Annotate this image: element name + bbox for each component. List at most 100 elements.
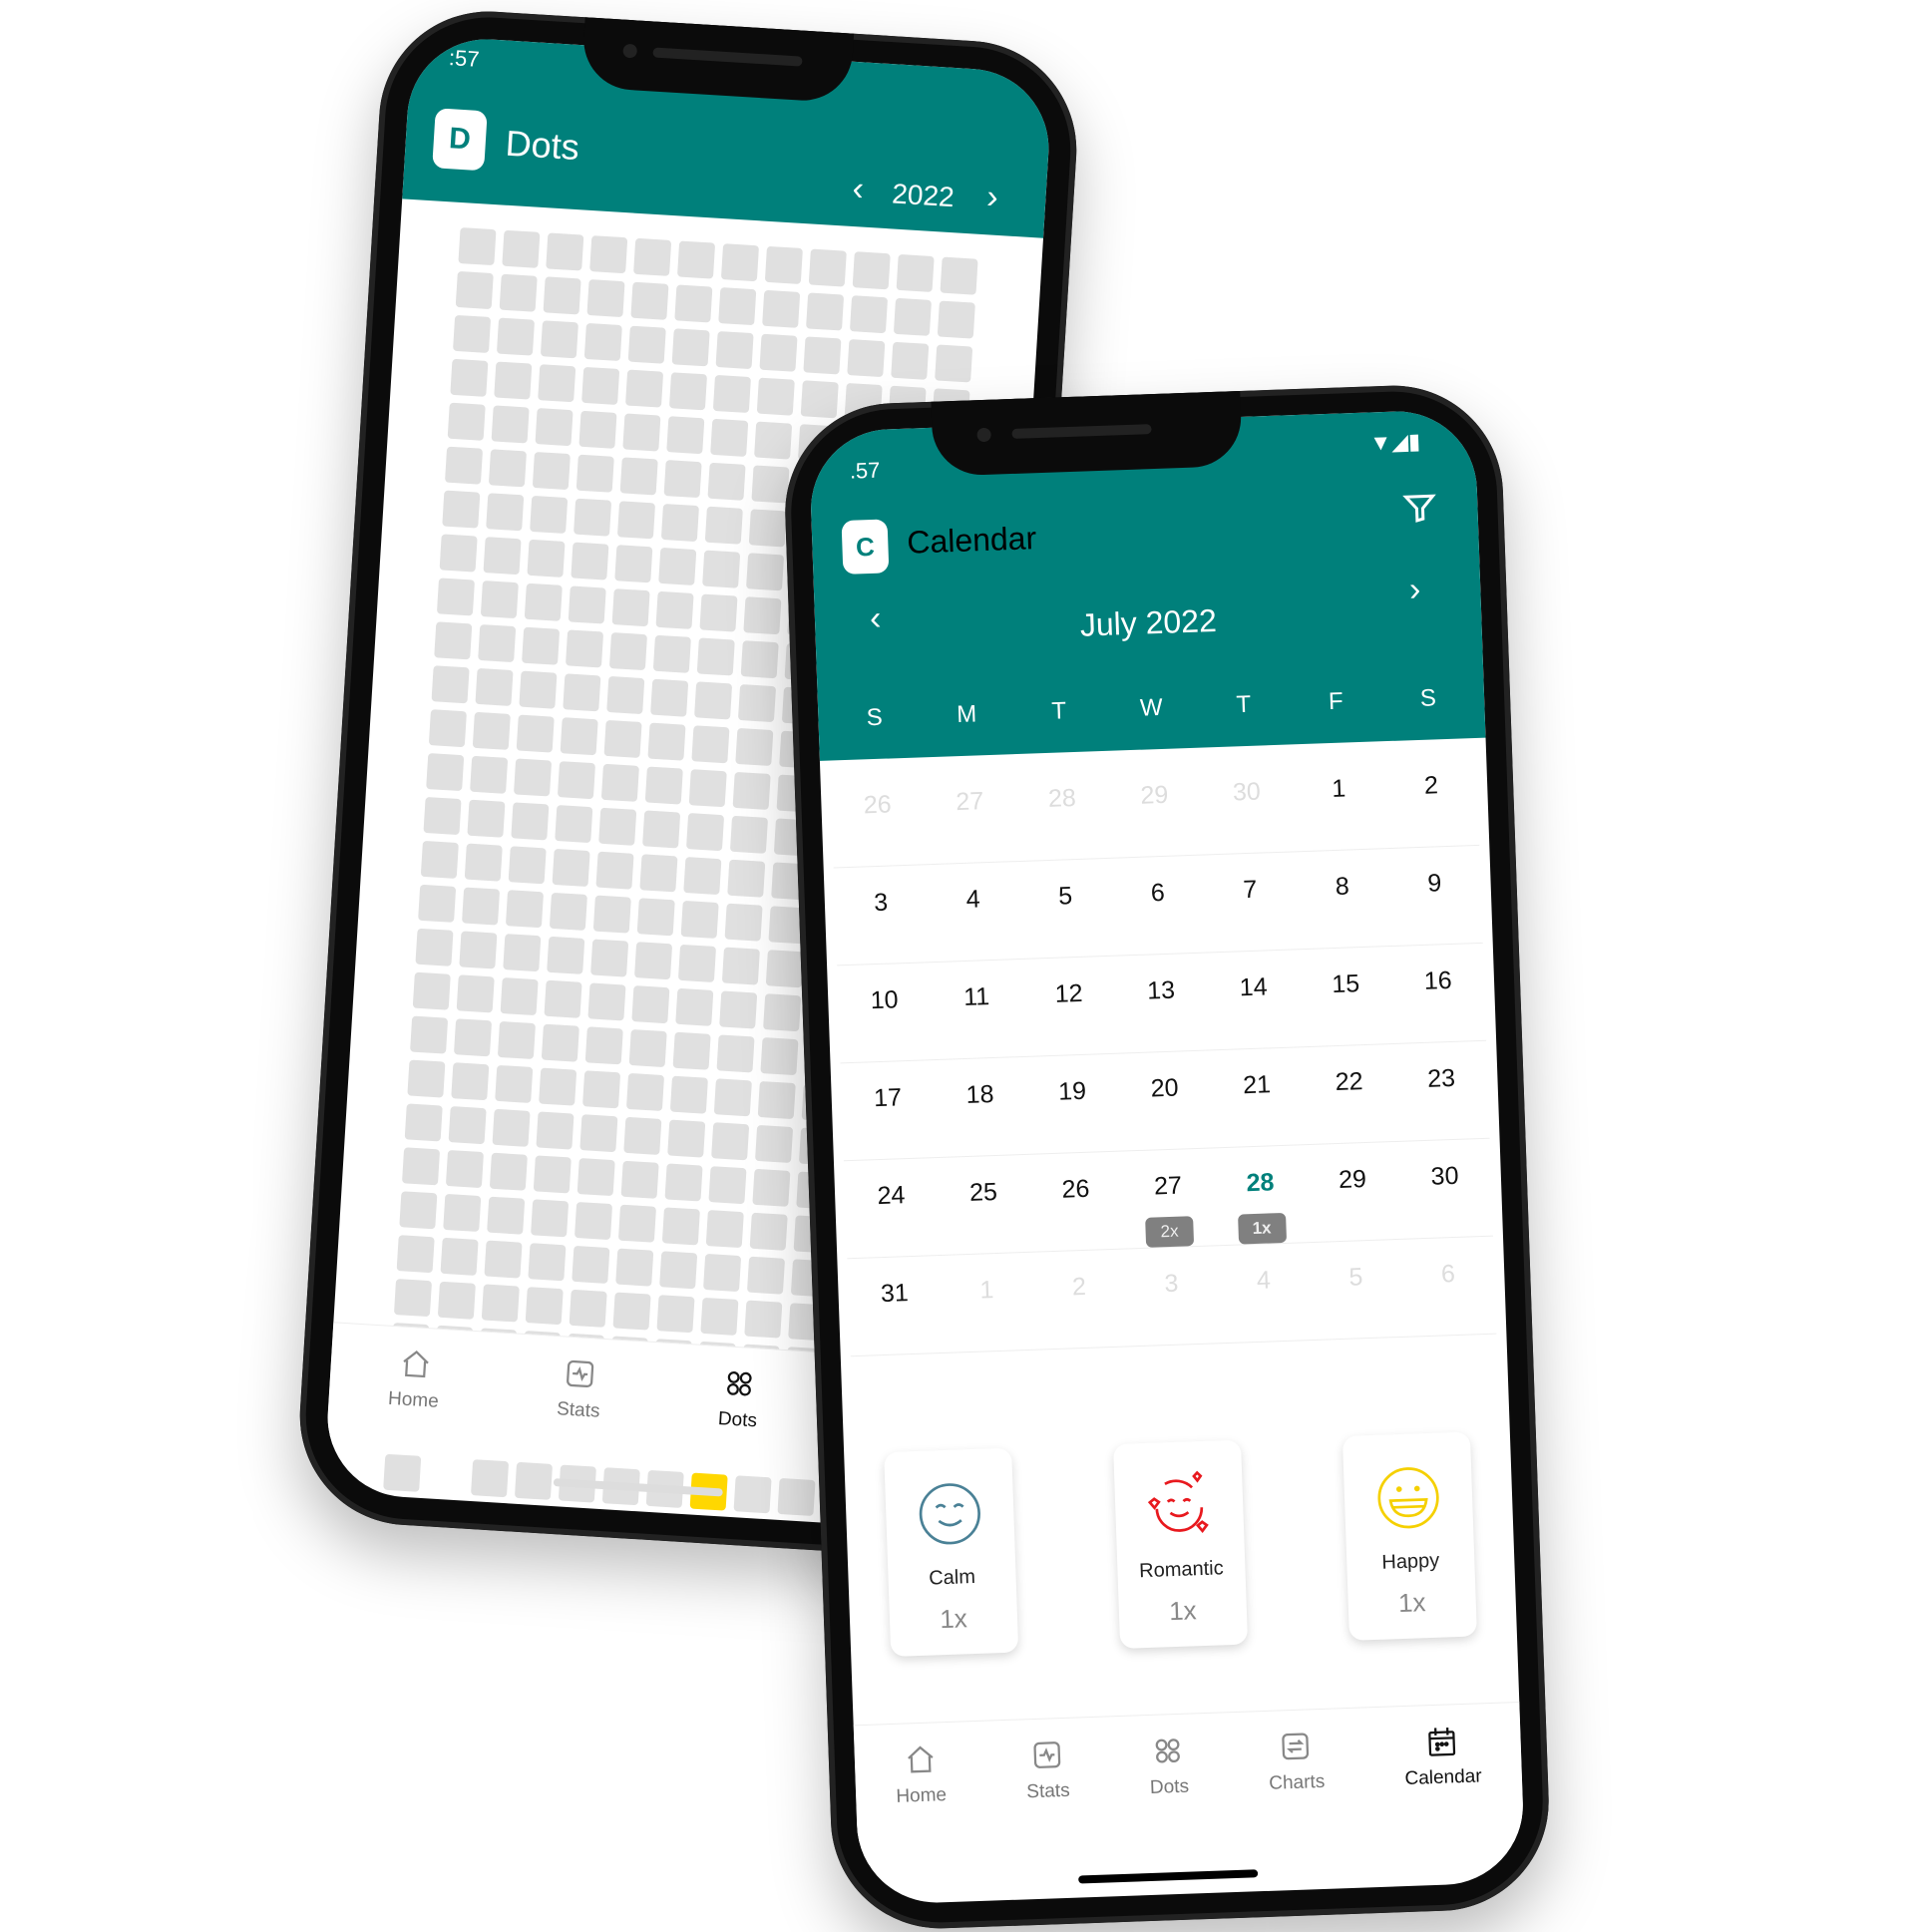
calendar-day[interactable]: 23: [1394, 1041, 1490, 1141]
day-dot[interactable]: [565, 629, 604, 668]
calendar-day[interactable]: 16: [1390, 944, 1486, 1043]
day-dot[interactable]: [683, 856, 722, 896]
day-dot[interactable]: [716, 1034, 755, 1073]
day-dot[interactable]: [455, 270, 494, 310]
chevron-right-icon[interactable]: ›: [985, 178, 999, 217]
day-dot[interactable]: [940, 256, 978, 295]
calendar-day[interactable]: 30: [1199, 754, 1295, 854]
day-dot[interactable]: [440, 1237, 479, 1276]
day-dot[interactable]: [595, 851, 634, 890]
day-dot[interactable]: [740, 640, 779, 679]
day-dot[interactable]: [557, 761, 596, 800]
calendar-day[interactable]: 8: [1295, 849, 1390, 949]
day-dot[interactable]: [586, 278, 625, 318]
day-dot[interactable]: [806, 292, 845, 331]
tab-stats[interactable]: Stats: [1024, 1719, 1072, 1859]
day-dot[interactable]: [659, 1251, 698, 1290]
calendar-day[interactable]: 29: [1306, 1142, 1401, 1242]
day-dot[interactable]: [599, 1511, 638, 1532]
day-dot[interactable]: [513, 758, 553, 797]
day-dot[interactable]: [468, 1503, 507, 1532]
day-dot[interactable]: [380, 1497, 419, 1532]
day-dot[interactable]: [495, 1064, 534, 1103]
day-dot[interactable]: [694, 681, 733, 720]
day-dot[interactable]: [546, 232, 584, 271]
day-dot[interactable]: [650, 678, 689, 717]
day-dot[interactable]: [480, 580, 519, 619]
day-dot[interactable]: [439, 534, 478, 573]
day-dot[interactable]: [574, 498, 612, 537]
day-dot[interactable]: [505, 890, 545, 929]
day-dot[interactable]: [524, 582, 563, 621]
calendar-day[interactable]: 13: [1114, 954, 1210, 1053]
calendar-day[interactable]: 1: [1292, 751, 1387, 851]
day-dot[interactable]: [499, 273, 538, 312]
day-dot[interactable]: [896, 253, 935, 293]
day-dot[interactable]: [598, 807, 637, 846]
calendar-day[interactable]: 21: [1210, 1047, 1306, 1147]
day-dot[interactable]: [587, 982, 626, 1021]
day-dot[interactable]: [759, 333, 798, 372]
day-dot[interactable]: [727, 859, 766, 898]
day-dot[interactable]: [616, 501, 656, 540]
day-dot[interactable]: [532, 451, 571, 491]
day-dot[interactable]: [752, 1168, 791, 1207]
day-dot[interactable]: [522, 626, 561, 665]
day-dot[interactable]: [763, 993, 802, 1032]
tab-dots[interactable]: Dots: [715, 1347, 762, 1473]
day-dot[interactable]: [481, 1284, 520, 1323]
day-dot[interactable]: [808, 248, 847, 287]
tab-home[interactable]: Home: [385, 1327, 443, 1454]
day-dot[interactable]: [450, 358, 489, 397]
day-dot[interactable]: [721, 947, 760, 985]
day-dot[interactable]: [578, 410, 617, 449]
day-dot[interactable]: [688, 769, 727, 808]
calendar-day[interactable]: 14: [1206, 950, 1302, 1049]
day-dot[interactable]: [590, 939, 629, 977]
day-dot[interactable]: [568, 585, 606, 624]
calendar-day[interactable]: 9: [1387, 846, 1483, 946]
tab-dots[interactable]: Dots: [1147, 1715, 1191, 1855]
tab-stats[interactable]: Stats: [554, 1337, 604, 1463]
day-dot[interactable]: [642, 810, 681, 849]
day-dot[interactable]: [658, 547, 697, 586]
day-dot[interactable]: [774, 1521, 813, 1532]
calendar-day[interactable]: 28 1x: [1213, 1145, 1309, 1245]
day-dot[interactable]: [644, 766, 683, 805]
day-dot[interactable]: [735, 727, 774, 767]
day-dot[interactable]: [541, 1023, 579, 1062]
day-dot[interactable]: [516, 714, 555, 753]
day-dot[interactable]: [800, 380, 839, 419]
day-dot[interactable]: [748, 509, 787, 548]
day-dot[interactable]: [733, 1475, 772, 1514]
day-dot[interactable]: [582, 1070, 621, 1109]
day-dot[interactable]: [491, 405, 530, 444]
calendar-day[interactable]: 1: [940, 1253, 1035, 1352]
day-dot[interactable]: [533, 1155, 572, 1194]
mood-card-romantic[interactable]: Romantic 1x: [1113, 1439, 1249, 1649]
day-dot[interactable]: [699, 593, 738, 632]
day-dot[interactable]: [937, 300, 975, 339]
day-dot[interactable]: [614, 545, 653, 583]
day-dot[interactable]: [547, 936, 585, 974]
calendar-day[interactable]: 24: [844, 1158, 940, 1258]
day-dot[interactable]: [611, 588, 650, 627]
day-dot[interactable]: [530, 495, 569, 535]
day-dot[interactable]: [426, 753, 465, 792]
day-dot[interactable]: [420, 840, 459, 879]
day-dot[interactable]: [636, 898, 675, 937]
day-dot[interactable]: [581, 366, 620, 405]
calendar-day[interactable]: 10: [837, 963, 933, 1062]
day-dot[interactable]: [627, 325, 666, 364]
day-dot[interactable]: [764, 245, 803, 284]
day-dot[interactable]: [669, 1075, 708, 1114]
day-dot[interactable]: [676, 240, 716, 279]
day-dot[interactable]: [712, 374, 751, 414]
day-dot[interactable]: [525, 1287, 564, 1326]
calendar-day[interactable]: 25: [936, 1155, 1031, 1255]
day-dot[interactable]: [849, 295, 889, 334]
day-dot[interactable]: [671, 328, 710, 367]
day-dot[interactable]: [760, 1037, 799, 1076]
calendar-day[interactable]: 27 2x: [1120, 1148, 1216, 1248]
day-dot[interactable]: [410, 1015, 449, 1054]
